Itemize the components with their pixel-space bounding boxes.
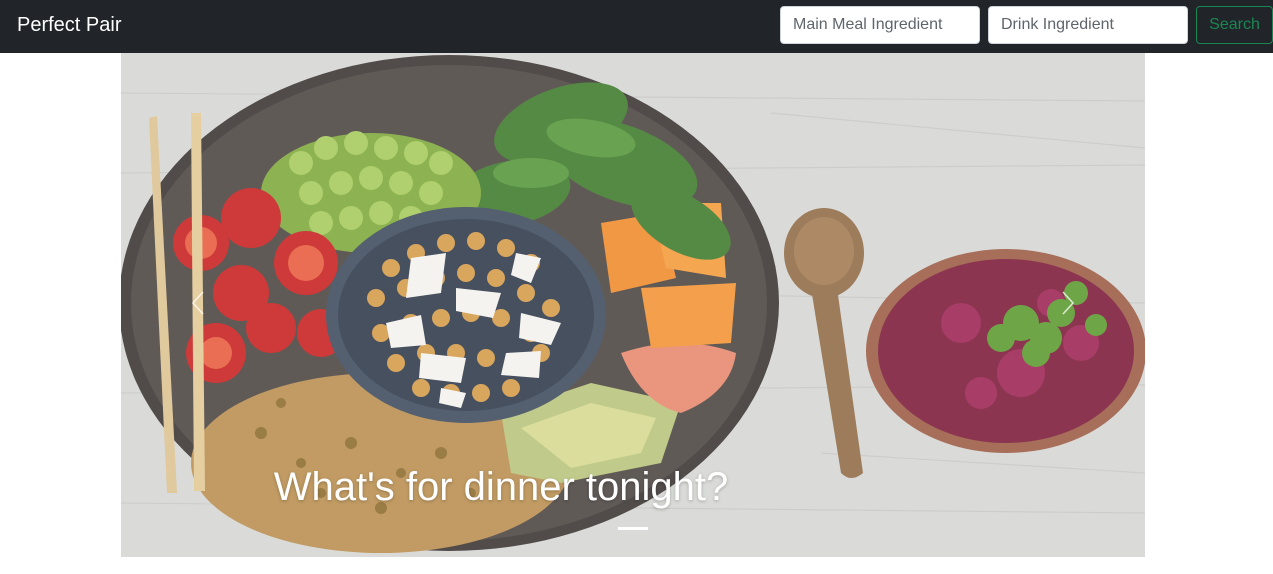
carousel-next-button[interactable] <box>1048 278 1088 328</box>
drink-ingredient-input[interactable] <box>988 6 1188 44</box>
carousel-caption: What's for dinner tonight? <box>121 462 1145 512</box>
main-meal-ingredient-input[interactable] <box>780 6 980 44</box>
carousel-prev-button[interactable] <box>178 278 218 328</box>
hero-carousel: What's for dinner tonight? <box>121 53 1145 557</box>
chevron-right-icon <box>1062 291 1075 315</box>
navbar: Perfect Pair Search <box>0 0 1273 53</box>
brand-link[interactable]: Perfect Pair <box>17 12 121 38</box>
search-button[interactable]: Search <box>1196 6 1273 44</box>
chevron-left-icon <box>191 291 204 315</box>
carousel-indicator[interactable] <box>618 527 648 530</box>
caption-title: What's for dinner tonight? <box>273 465 729 509</box>
